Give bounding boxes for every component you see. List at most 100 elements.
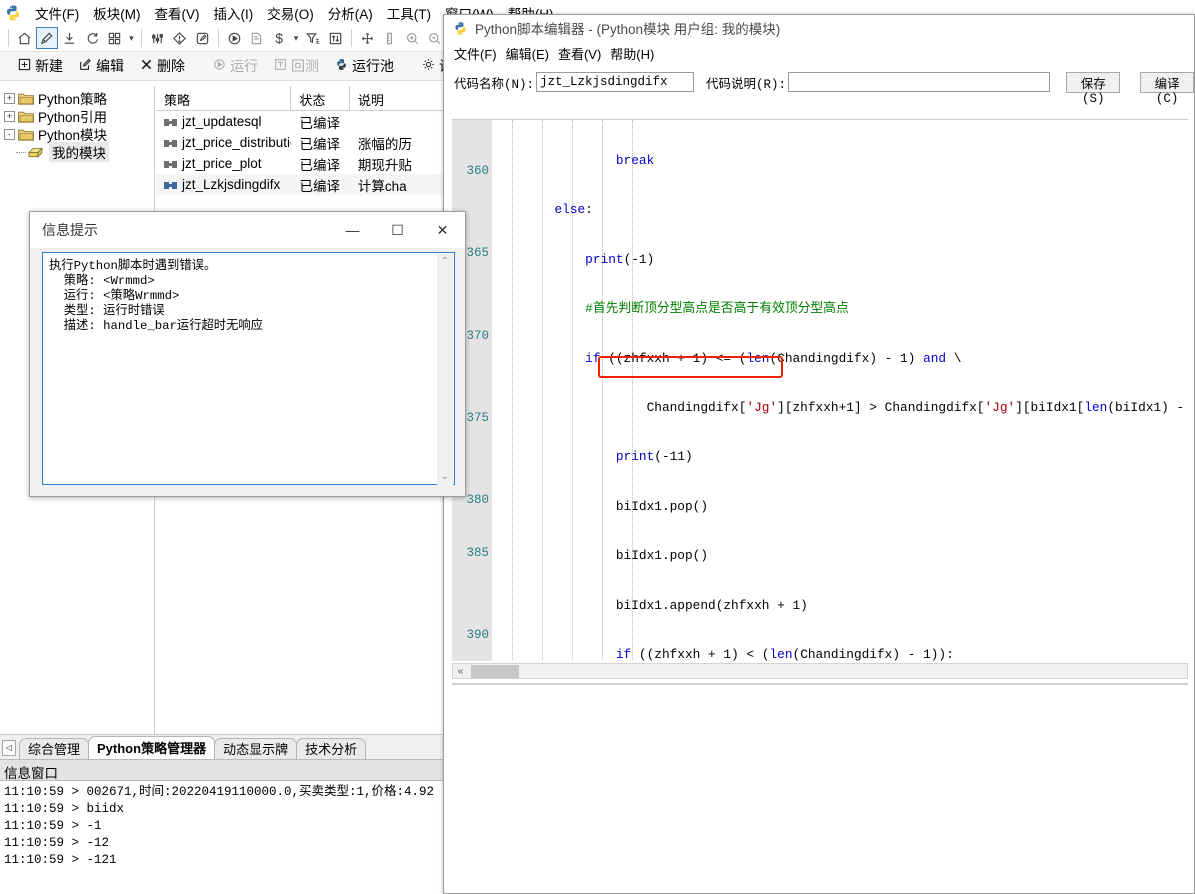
close-button[interactable]: ✕ [420, 215, 465, 245]
column-header-description[interactable]: 说明 [350, 86, 446, 110]
line-number: 365 [466, 246, 489, 260]
column-header-status[interactable]: 状态 [291, 86, 350, 110]
editor-titlebar[interactable]: Python脚本编辑器 - (Python模块 用户组: 我的模块) [444, 15, 1194, 41]
editor-menu-file[interactable]: 文件(F) [454, 42, 506, 65]
python-logo-icon [4, 4, 22, 22]
filter-icon[interactable] [302, 27, 325, 49]
line-number: 360 [466, 164, 489, 178]
line-number: 380 [466, 493, 489, 507]
menu-trade[interactable]: 交易(O) [260, 1, 321, 25]
editor-menu-view[interactable]: 查看(V) [558, 42, 610, 65]
document-icon[interactable] [245, 27, 268, 49]
expander-minus-icon[interactable]: - [4, 128, 15, 140]
log-line: 11:10:59 > -12 [4, 836, 110, 850]
code-editor-area[interactable]: 360 365 370 375 380 385 390 break else: … [452, 119, 1188, 661]
tab-dynamic-board[interactable]: 动态显示牌 [214, 738, 298, 759]
run-pool-button[interactable]: 运行池 [327, 54, 402, 78]
table-row[interactable]: jzt_price_distribution 已编译 涨幅的历 [156, 132, 446, 153]
tree-item-python-reference[interactable]: + Python引用 [0, 107, 154, 125]
minimize-button[interactable]: — [330, 215, 375, 245]
menu-insert[interactable]: 插入(I) [207, 1, 261, 25]
compile-button[interactable]: 编译(C) [1140, 71, 1194, 106]
plus-square-icon [18, 58, 31, 74]
pencil-icon[interactable] [35, 27, 59, 49]
tab-scroll-left-icon[interactable]: ◁ [2, 740, 16, 756]
refresh-sync-icon[interactable] [81, 27, 104, 49]
tab-technical-analysis[interactable]: 技术分析 [296, 738, 367, 759]
editor-menu-help[interactable]: 帮助(H) [610, 42, 663, 65]
run-button[interactable]: 运行 [205, 54, 266, 78]
gear-icon [422, 58, 435, 74]
code-desc-label: 代码说明(R): [706, 77, 787, 92]
expander-plus-icon[interactable]: + [4, 92, 15, 104]
editor-output-pane[interactable] [452, 683, 1188, 887]
warning-diamond-icon[interactable] [169, 27, 192, 49]
editor-menu-edit[interactable]: 编辑(E) [506, 42, 558, 65]
edit-button[interactable]: 编辑 [71, 54, 132, 78]
expander-plus-icon[interactable]: + [4, 110, 15, 122]
backtest-button[interactable]: 回测 [266, 54, 327, 78]
code-line: biIdx1.pop() [493, 548, 709, 564]
tree-item-label: Python模块 [38, 128, 108, 143]
menu-file[interactable]: 文件(F) [28, 1, 86, 25]
tab-python-strategy-manager[interactable]: Python策略管理器 [88, 736, 216, 759]
ruler-icon[interactable] [378, 27, 401, 49]
code-horizontal-scrollbar[interactable]: « [452, 663, 1188, 679]
menu-tools[interactable]: 工具(T) [380, 1, 438, 25]
dialog-scrollbar[interactable]: ⌃ ⌄ [437, 254, 453, 485]
maximize-button[interactable]: ☐ [375, 215, 420, 245]
run-pool-button-label: 运行池 [352, 58, 394, 74]
scroll-down-icon[interactable]: ⌄ [437, 469, 453, 485]
new-button-label: 新建 [35, 58, 63, 74]
download-icon[interactable] [58, 27, 81, 49]
indicator-bars-icon[interactable] [146, 27, 169, 49]
column-header-strategy[interactable]: 策略 [156, 86, 292, 110]
dialog-message-box[interactable]: 执行Python脚本时遇到错误。 策略: <Wrmmd> 运行: <策略Wrmm… [42, 252, 455, 485]
tree-item-python-module[interactable]: - Python模块 [0, 125, 154, 143]
code-description-input[interactable] [788, 72, 1051, 92]
strategy-name: jzt_updatesql [182, 114, 262, 129]
code-line: #首先判断顶分型高点是否高于有效顶分型高点 [493, 301, 849, 317]
zoom-in-icon[interactable] [401, 27, 424, 49]
folder-icon [18, 92, 34, 105]
tree-item-python-strategy[interactable]: + Python策略 [0, 89, 154, 107]
chevron-down-icon[interactable]: ▾ [290, 27, 301, 49]
dialog-titlebar[interactable]: 信息提示 — ☐ ✕ [30, 212, 465, 248]
log-output-list[interactable]: 11:10:59 > 002671,时间:20220419110000.0,买卖… [0, 782, 446, 894]
tab-comprehensive-management[interactable]: 综合管理 [19, 738, 90, 759]
folder-open-icon [18, 128, 34, 141]
delete-button[interactable]: 删除 [132, 54, 193, 78]
menu-block[interactable]: 板块(M) [86, 1, 147, 25]
chevron-down-icon[interactable]: ▾ [126, 27, 137, 49]
move-arrows-icon[interactable] [356, 27, 379, 49]
menu-analysis[interactable]: 分析(A) [321, 1, 380, 25]
scroll-up-icon[interactable]: ⌃ [437, 254, 453, 270]
edit-box-icon[interactable] [191, 27, 214, 49]
python-script-editor-window: Python脚本编辑器 - (Python模块 用户组: 我的模块) 文件(F)… [443, 14, 1195, 894]
python-logo-icon [453, 21, 468, 36]
code-line: else: [554, 202, 593, 218]
tree-item-my-module[interactable]: 我的模块 [0, 142, 154, 162]
bottom-tabbar: ◁ 综合管理 Python策略管理器 动态显示牌 技术分析 [0, 734, 446, 759]
new-button[interactable]: 新建 [10, 54, 71, 78]
module-icon [27, 146, 45, 159]
table-row[interactable]: jzt_price_plot 已编译 期现升贴 [156, 153, 446, 174]
dollar-icon[interactable]: $ [268, 27, 291, 49]
play-circle-icon[interactable] [223, 27, 246, 49]
table-row[interactable]: jzt_updatesql 已编译 [156, 111, 446, 132]
home-icon[interactable] [13, 27, 36, 49]
table-row[interactable]: jzt_Lzkjsdingdifx 已编译 计算cha [156, 174, 446, 195]
code-line: print(-11) [615, 449, 693, 465]
code-name-input[interactable] [536, 72, 695, 92]
editor-form-bar: 代码名称(N): 代码说明(R): 保存(S) 编译(C) [444, 65, 1194, 106]
backtest-button-label: 回测 [291, 58, 319, 74]
code-text[interactable]: break else: print(-1) #首先判断顶分型高点是否高于有效顶分… [493, 120, 1188, 661]
save-button[interactable]: 保存(S) [1066, 71, 1121, 106]
menu-view[interactable]: 查看(V) [148, 1, 207, 25]
sort-updown-icon[interactable] [324, 27, 347, 49]
scrollbar-thumb[interactable] [471, 664, 519, 678]
scroll-left-icon[interactable]: « [453, 666, 468, 677]
code-line: break [615, 152, 655, 168]
toolbar-separator [8, 29, 9, 47]
grid-layout-icon[interactable] [103, 27, 126, 49]
